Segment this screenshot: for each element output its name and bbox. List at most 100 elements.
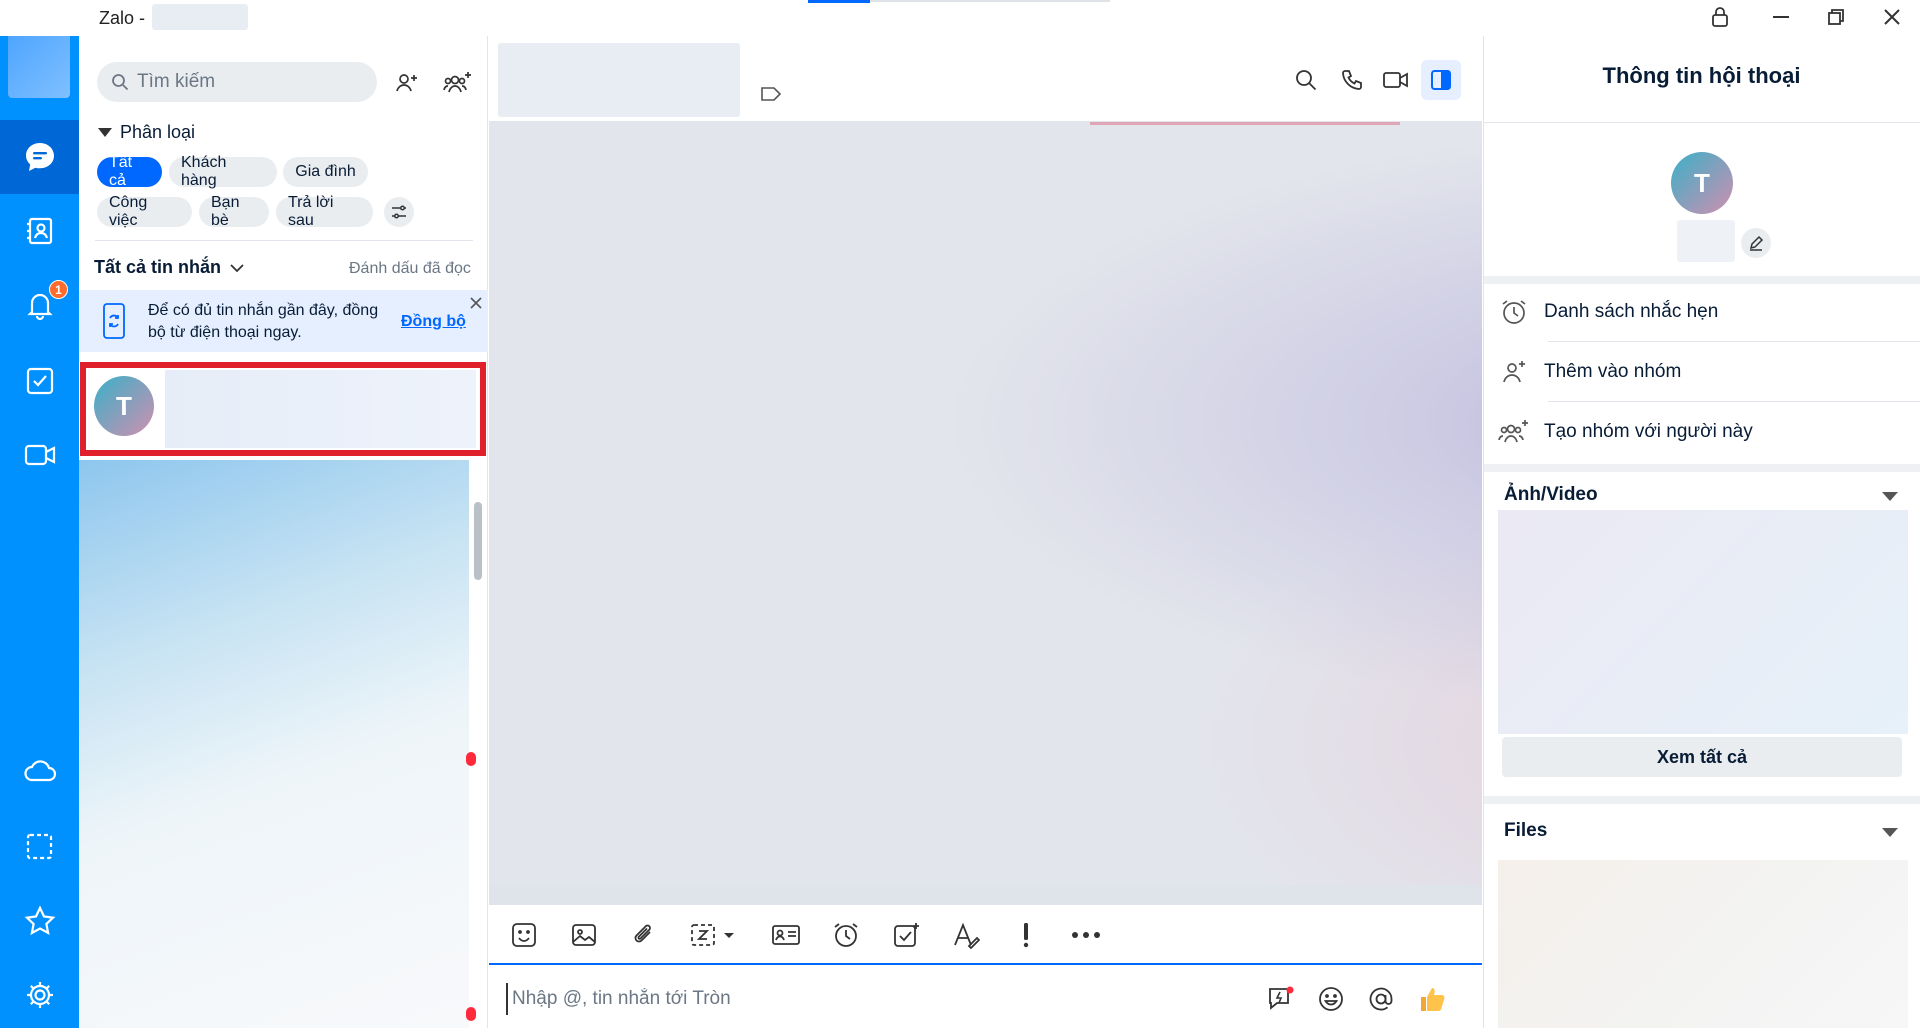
close-icon: [1884, 9, 1900, 25]
collapse-files-icon[interactable]: [1882, 828, 1898, 837]
sticker-button[interactable]: [503, 914, 545, 956]
files-section-title[interactable]: Files: [1504, 820, 1547, 842]
create-group-button[interactable]: [440, 66, 476, 100]
nav-contacts[interactable]: [0, 194, 79, 268]
quick-message-button[interactable]: [1262, 980, 1300, 1018]
search-box[interactable]: [97, 62, 377, 102]
restore-icon: [1828, 9, 1844, 25]
nav-cloud[interactable]: [0, 734, 79, 808]
chip-settings-button[interactable]: [384, 197, 414, 227]
restore-button[interactable]: [1810, 0, 1862, 34]
see-all-media-button[interactable]: Xem tất cả: [1502, 737, 1902, 777]
search-input[interactable]: [135, 70, 345, 94]
star-icon: [24, 905, 55, 936]
create-group-icon: [443, 72, 471, 93]
list-divider: [95, 240, 473, 241]
nav-messages[interactable]: [0, 120, 79, 194]
chat-contact-name-redacted: [498, 43, 740, 117]
video-camera-icon: [1383, 72, 1408, 88]
search-icon: [112, 74, 129, 91]
contact-name-redacted: [1677, 220, 1735, 262]
send-like-button[interactable]: [1414, 980, 1452, 1018]
minimize-button[interactable]: [1755, 0, 1807, 34]
nav-video-call[interactable]: [0, 418, 79, 492]
chat-bubble-icon: [25, 143, 54, 171]
lock-button[interactable]: [1694, 0, 1746, 34]
chip-customers[interactable]: Khách hàng: [169, 154, 277, 189]
nav-screenshot[interactable]: [0, 810, 79, 884]
classify-toggle[interactable]: Phân loại: [98, 122, 195, 143]
classify-label: Phân loại: [120, 122, 196, 142]
mention-icon: [1369, 987, 1393, 1011]
chip-friends[interactable]: Bạn bè: [199, 194, 269, 229]
assign-task-button[interactable]: [885, 914, 927, 956]
attach-file-button[interactable]: [623, 914, 665, 956]
phone-icon: [1342, 70, 1362, 90]
add-friend-icon: [396, 74, 417, 92]
contact-avatar[interactable]: T: [1671, 152, 1733, 214]
search-chat-button[interactable]: [1288, 62, 1324, 98]
tag-button[interactable]: [760, 86, 782, 107]
reminder-button[interactable]: [825, 914, 867, 956]
emoji-button[interactable]: [1312, 980, 1350, 1018]
chip-family[interactable]: Gia đình: [283, 157, 368, 187]
side-panel-icon: [1431, 70, 1451, 90]
nav-favorites[interactable]: [0, 884, 79, 958]
toggle-info-panel-button[interactable]: [1421, 60, 1461, 100]
mark-as-read-link[interactable]: Đánh dấu đã đọc: [349, 260, 471, 278]
add-friend-button[interactable]: [390, 66, 424, 100]
more-tools-button[interactable]: [1065, 914, 1107, 956]
chip-work[interactable]: Công việc: [97, 194, 192, 229]
video-icon: [24, 444, 55, 466]
tag-icon: [761, 87, 782, 101]
files-list-redacted: [1498, 860, 1908, 1028]
account-name-redacted: [152, 4, 248, 30]
chat-bottom-band: [489, 885, 1482, 905]
sync-banner-close-button[interactable]: [466, 294, 486, 314]
alarm-clock-icon: [1502, 300, 1526, 324]
video-call-button[interactable]: [1378, 62, 1414, 98]
screenshot-button[interactable]: [683, 914, 745, 956]
chip-reply-later[interactable]: Trả lời sau: [276, 194, 373, 229]
chip-all[interactable]: Tất cả: [97, 154, 162, 189]
edit-nickname-button[interactable]: [1741, 228, 1771, 258]
unread-dot: [466, 752, 476, 766]
mention-button[interactable]: [1362, 980, 1400, 1018]
add-to-group-label: Thêm vào nhóm: [1544, 361, 1682, 382]
image-icon: [572, 924, 596, 946]
all-messages-filter[interactable]: Tất cả tin nhắn: [94, 257, 245, 278]
title-accent: [808, 0, 870, 3]
send-business-card-button[interactable]: [765, 914, 807, 956]
user-avatar[interactable]: [8, 26, 70, 98]
emoji-icon: [1319, 987, 1343, 1011]
quick-message-icon: [1269, 986, 1294, 1010]
send-image-button[interactable]: [563, 914, 605, 956]
business-card-icon: [772, 925, 800, 945]
text-format-button[interactable]: [945, 914, 987, 956]
media-section-title[interactable]: Ảnh/Video: [1504, 484, 1598, 506]
nav-todo[interactable]: [0, 344, 79, 418]
attachment-icon: [634, 924, 651, 943]
reminder-list-row[interactable]: Danh sách nhắc hẹn: [1484, 282, 1920, 342]
message-input[interactable]: [506, 983, 1236, 1015]
unread-dot: [466, 1007, 476, 1021]
nav-notifications[interactable]: [0, 268, 79, 342]
chat-messages-redacted: [489, 122, 1482, 890]
cloud-icon: [23, 760, 56, 782]
sync-now-link[interactable]: Đồng bộ: [401, 313, 466, 331]
voice-call-button[interactable]: [1334, 62, 1370, 98]
collapse-media-icon[interactable]: [1882, 492, 1898, 501]
sync-message: Để có đủ tin nhắn gần đây, đồng bộ từ đi…: [148, 302, 379, 341]
mark-important-button[interactable]: [1005, 914, 1047, 956]
text-format-icon: [954, 922, 980, 949]
important-icon: [1023, 923, 1029, 948]
create-group-with-contact-row[interactable]: Tạo nhóm với người này: [1484, 402, 1920, 462]
phone-sync-icon: [101, 302, 127, 345]
add-to-group-row[interactable]: Thêm vào nhóm: [1484, 342, 1920, 402]
list-scrollbar[interactable]: [474, 502, 482, 580]
minimize-icon: [1773, 16, 1789, 18]
close-icon: [470, 297, 482, 309]
close-window-button[interactable]: [1866, 0, 1918, 34]
title-bar: [0, 0, 1920, 36]
nav-settings[interactable]: [0, 958, 79, 1032]
